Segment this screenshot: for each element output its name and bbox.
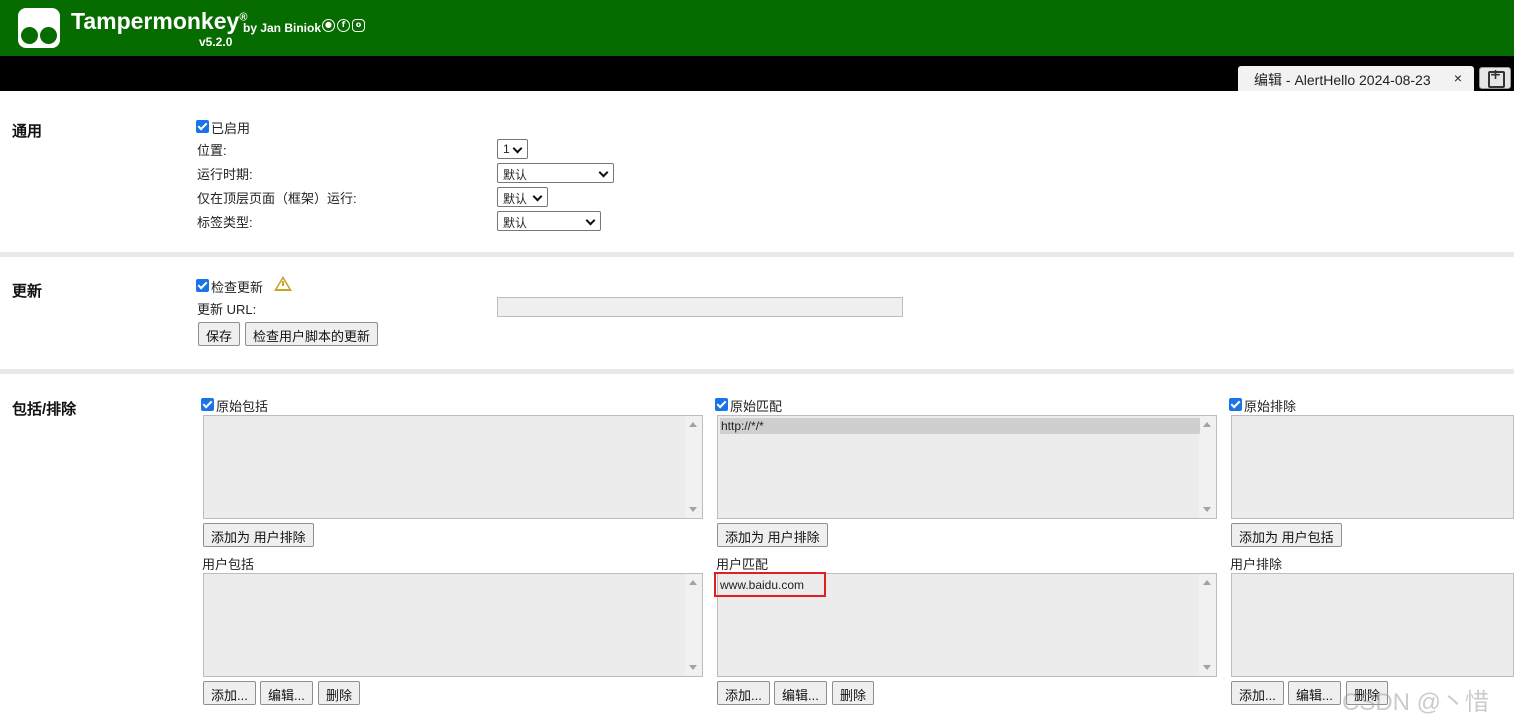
tag-type-label: 标签类型:: [197, 215, 253, 230]
enabled-checkbox[interactable]: [196, 120, 209, 133]
tab-bar: 编辑 - AlertHello 2024-08-23 ×: [0, 56, 1514, 91]
user-exclude-label: 用户排除: [1230, 557, 1283, 572]
close-icon[interactable]: ×: [1454, 70, 1462, 86]
app-title[interactable]: Tampermonkey®: [71, 8, 247, 35]
user-match-edit-button[interactable]: 编辑...: [774, 681, 827, 705]
position-select[interactable]: 1: [497, 139, 528, 159]
tampermonkey-logo-icon[interactable]: [18, 8, 60, 48]
original-include-checkbox[interactable]: [201, 398, 214, 411]
section-divider: [0, 369, 1514, 374]
watermark-text: CSDN @丶惜: [1342, 689, 1490, 716]
original-match-label: 原始匹配: [730, 399, 783, 414]
update-url-input[interactable]: [497, 297, 903, 317]
original-include-list[interactable]: [203, 415, 703, 519]
instagram-icon[interactable]: o: [352, 19, 365, 32]
section-title-general: 通用: [12, 123, 43, 140]
highlight-box: [714, 572, 826, 597]
user-match-add-button[interactable]: 添加...: [717, 681, 770, 705]
original-match-checkbox[interactable]: [715, 398, 728, 411]
check-update-label: 检查更新: [211, 280, 264, 295]
tag-type-select[interactable]: 默认: [497, 211, 601, 231]
original-include-label: 原始包括: [216, 399, 269, 414]
original-match-add-button[interactable]: 添加为 用户排除: [717, 523, 828, 547]
user-include-add-button[interactable]: 添加...: [203, 681, 256, 705]
save-button[interactable]: 保存: [198, 322, 241, 346]
original-match-list[interactable]: http://*/*: [717, 415, 1217, 519]
tab-edit-script[interactable]: 编辑 - AlertHello 2024-08-23 ×: [1238, 66, 1474, 91]
run-at-label: 运行时期:: [197, 167, 253, 182]
run-at-select[interactable]: 默认: [497, 163, 614, 183]
new-tab-icon[interactable]: [1479, 67, 1511, 89]
github-icon[interactable]: ●: [322, 19, 335, 32]
user-include-delete-button[interactable]: 删除: [318, 681, 361, 705]
warning-icon[interactable]: [274, 276, 292, 291]
section-title-update: 更新: [12, 283, 43, 300]
section-divider: [0, 252, 1514, 257]
user-match-delete-button[interactable]: 删除: [832, 681, 875, 705]
user-exclude-list[interactable]: [1231, 573, 1514, 677]
original-exclude-add-button[interactable]: 添加为 用户包括: [1231, 523, 1342, 547]
top-frame-label: 仅在顶层页面（框架）运行:: [197, 191, 357, 206]
tab-label: 编辑 - AlertHello 2024-08-23: [1254, 72, 1431, 88]
original-exclude-list[interactable]: [1231, 415, 1514, 519]
section-title-include-exclude: 包括/排除: [12, 401, 77, 418]
header-bar: Tampermonkey® by Jan Biniok ● f o v5.2.0: [0, 0, 1514, 56]
check-update-checkbox[interactable]: [196, 279, 209, 292]
original-exclude-label: 原始排除: [1244, 399, 1297, 414]
top-frame-select[interactable]: 默认: [497, 187, 548, 207]
original-include-add-button[interactable]: 添加为 用户排除: [203, 523, 314, 547]
position-label: 位置:: [197, 143, 227, 158]
user-include-edit-button[interactable]: 编辑...: [260, 681, 313, 705]
author-byline[interactable]: by Jan Biniok: [243, 21, 321, 35]
update-url-label: 更新 URL:: [197, 302, 257, 317]
user-exclude-edit-button[interactable]: 编辑...: [1288, 681, 1341, 705]
user-include-label: 用户包括: [202, 557, 255, 572]
original-exclude-checkbox[interactable]: [1229, 398, 1242, 411]
enabled-label: 已启用: [211, 121, 251, 136]
version-label: v5.2.0: [199, 35, 233, 49]
user-match-label: 用户匹配: [716, 557, 769, 572]
user-include-list[interactable]: [203, 573, 703, 677]
social-links: ● f o: [322, 19, 365, 32]
facebook-icon[interactable]: f: [337, 19, 350, 32]
list-item[interactable]: http://*/*: [720, 418, 1200, 434]
check-updates-button[interactable]: 检查用户脚本的更新: [245, 322, 379, 346]
user-exclude-add-button[interactable]: 添加...: [1231, 681, 1284, 705]
